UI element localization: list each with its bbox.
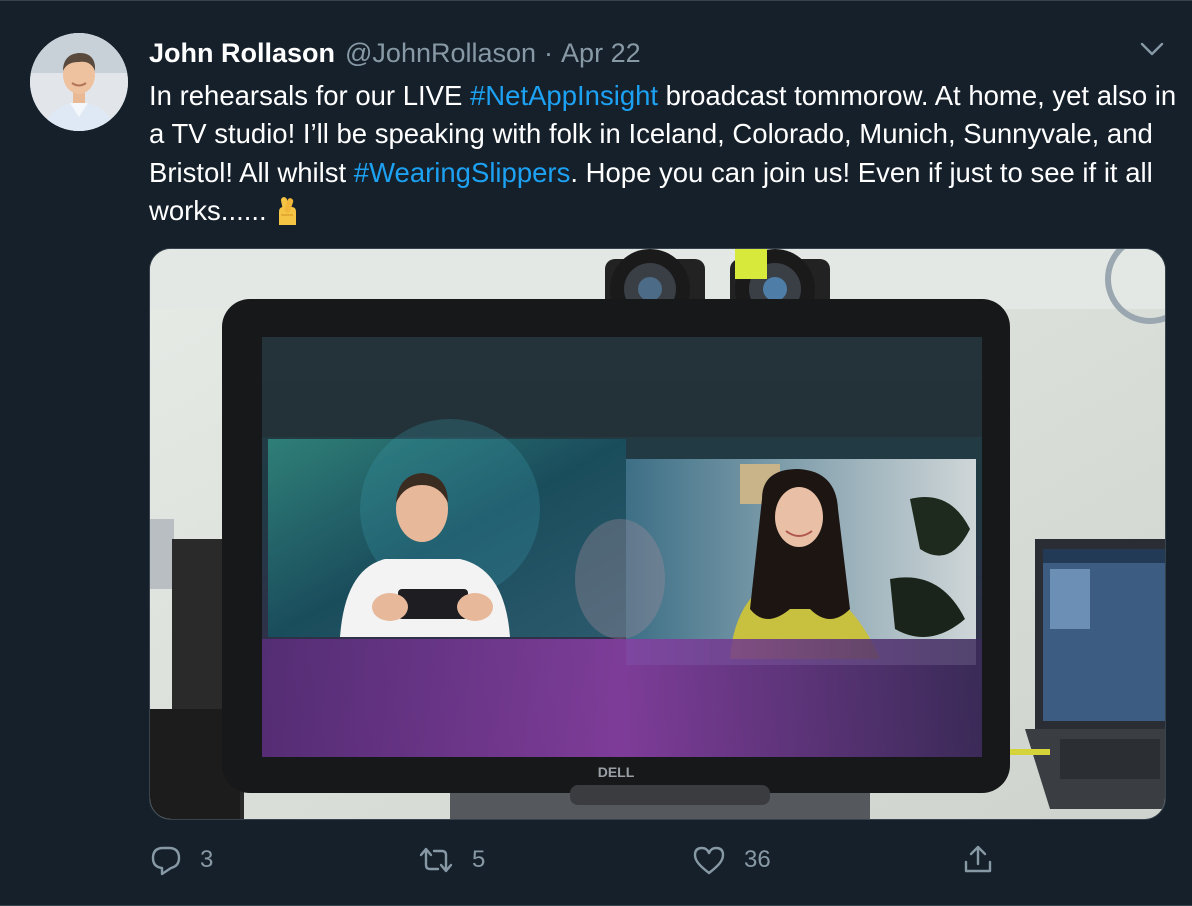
share-icon[interactable]	[962, 844, 994, 876]
reply-icon[interactable]	[150, 844, 182, 876]
separator-dot: ·	[544, 38, 554, 68]
tweet-card[interactable]: John Rollason @JohnRollason · Apr 22 In …	[0, 0, 1192, 906]
author-handle[interactable]: @JohnRollason	[345, 37, 536, 69]
reply-button[interactable]: 3	[150, 837, 213, 883]
author-name[interactable]: John Rollason	[149, 37, 335, 69]
like-button[interactable]: 36	[692, 837, 771, 883]
hashtag-link[interactable]: #WearingSlippers	[354, 157, 571, 188]
like-icon[interactable]	[692, 844, 726, 876]
retweet-icon[interactable]	[418, 844, 454, 876]
chevron-down-icon[interactable]	[1138, 37, 1166, 61]
retweet-button[interactable]: 5	[418, 837, 485, 883]
tweet-text: In rehearsals for our LIVE #NetAppInsigh…	[149, 77, 1179, 235]
reply-count: 3	[200, 846, 214, 873]
avatar[interactable]	[30, 33, 128, 131]
tweet-actions: 3 5 36	[0, 837, 1192, 883]
like-count: 36	[744, 846, 771, 873]
retweet-count: 5	[472, 846, 486, 873]
hashtag-link[interactable]: #NetAppInsight	[470, 80, 658, 111]
crossed-fingers-emoji	[274, 195, 300, 235]
tweet-media-photo[interactable]: DELL	[149, 248, 1166, 820]
monitor-brand: DELL	[598, 764, 635, 780]
tweet-date[interactable]: Apr 22	[561, 37, 641, 69]
share-button[interactable]	[962, 837, 994, 883]
tweet-text-part: In rehearsals for our LIVE	[149, 80, 470, 111]
tweet-header: John Rollason @JohnRollason · Apr 22	[149, 37, 641, 69]
